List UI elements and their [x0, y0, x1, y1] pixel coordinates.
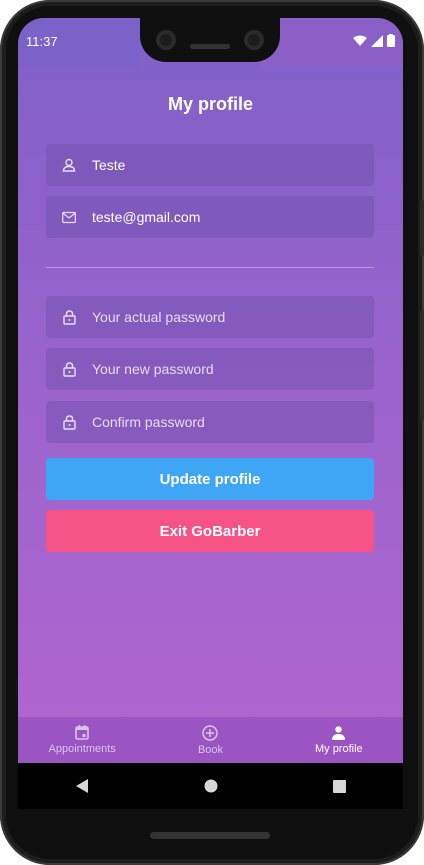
confirm-password-field[interactable]: Confirm password	[46, 401, 374, 443]
bottom-speaker-grille	[150, 832, 270, 839]
lock-icon	[62, 309, 76, 325]
page-title: My profile	[167, 94, 253, 114]
signal-icon	[371, 34, 383, 47]
tab-my-profile[interactable]: My profile	[275, 717, 403, 763]
status-time: 11:37	[26, 34, 58, 49]
android-nav-bar	[18, 763, 403, 809]
user-icon	[62, 158, 76, 172]
calendar-icon	[75, 725, 89, 740]
new-password-placeholder: Your new password	[92, 361, 214, 377]
volume-button	[420, 200, 424, 256]
tab-appointments[interactable]: Appointments	[18, 717, 146, 763]
name-value: Teste	[92, 157, 126, 173]
email-value: teste@gmail.com	[92, 209, 201, 225]
home-icon[interactable]	[204, 779, 218, 793]
confirm-password-placeholder: Confirm password	[92, 414, 205, 430]
new-password-field[interactable]: Your new password	[46, 348, 374, 390]
email-field[interactable]: teste@gmail.com	[46, 196, 374, 238]
lock-icon	[62, 414, 76, 430]
tab-appointments-label: Appointments	[48, 743, 116, 755]
back-icon[interactable]	[75, 778, 89, 794]
plus-circle-icon	[202, 724, 219, 741]
current-password-placeholder: Your actual password	[92, 309, 226, 325]
update-profile-button[interactable]: Update profile	[46, 458, 374, 500]
tab-my-profile-label: My profile	[314, 742, 363, 755]
mail-icon	[62, 210, 76, 224]
bottom-tab-bar: Appointments Book My profile	[18, 717, 403, 763]
recents-icon[interactable]	[332, 779, 346, 793]
power-button	[420, 310, 424, 420]
person-icon	[332, 725, 346, 740]
tab-book[interactable]: Book	[146, 717, 274, 763]
status-bar: 11:37	[18, 18, 403, 64]
lock-icon	[62, 361, 76, 377]
app-screen: 11:37 My profile Teste teste@gmail.com Y…	[18, 18, 403, 763]
current-password-field[interactable]: Your actual password	[46, 296, 374, 338]
status-icons	[353, 34, 395, 47]
section-divider	[46, 267, 374, 268]
exit-button[interactable]: Exit GoBarber	[46, 510, 374, 552]
battery-icon	[387, 34, 395, 47]
name-field[interactable]: Teste	[46, 144, 374, 186]
tab-book-label: Book	[197, 743, 224, 756]
wifi-icon	[353, 35, 367, 46]
